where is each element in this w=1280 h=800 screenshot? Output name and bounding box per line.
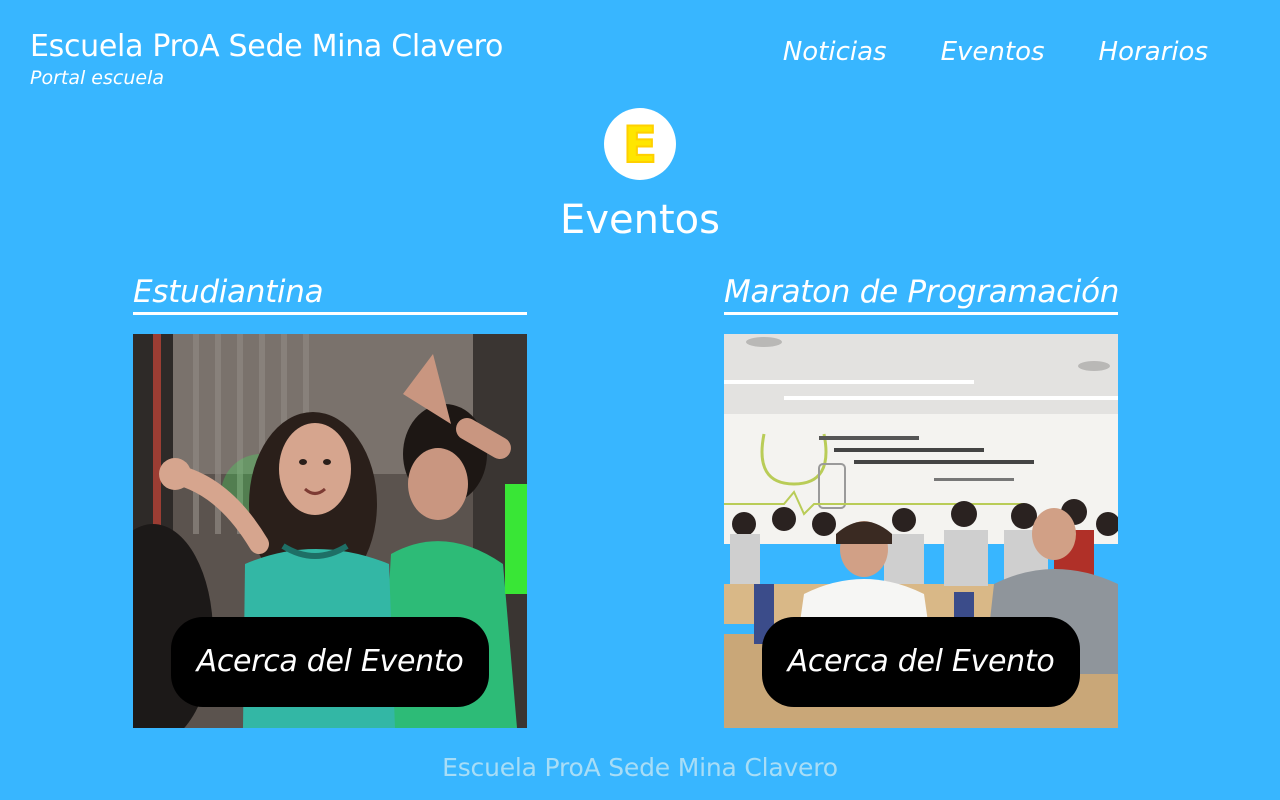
site-title: Escuela ProA Sede Mina Clavero <box>30 29 504 64</box>
footer-text: Escuela ProA Sede Mina Clavero <box>442 753 838 782</box>
about-event-button[interactable]: Acerca del Evento <box>171 617 489 707</box>
event-card-estudiantina: Estudiantina Acerca del Evento <box>133 272 527 728</box>
title-underline <box>724 312 1118 315</box>
main-nav: Noticias Eventos Horarios <box>783 34 1208 70</box>
nav-link-horarios[interactable]: Horarios <box>1099 34 1208 70</box>
site-subtitle: Portal escuela <box>30 67 164 89</box>
title-underline <box>133 312 527 315</box>
event-title: Maraton de Programación <box>724 274 1120 310</box>
event-card-maraton: Maraton de Programación Acerca del Event… <box>724 272 1120 728</box>
about-event-button[interactable]: Acerca del Evento <box>762 617 1080 707</box>
page-title: Eventos <box>560 197 720 243</box>
section-logo: E <box>604 108 676 180</box>
event-image-estudiantina: Acerca del Evento <box>133 334 527 728</box>
brand: Escuela ProA Sede Mina Clavero Portal es… <box>30 28 503 90</box>
event-image-maraton: Acerca del Evento <box>724 334 1118 728</box>
nav-link-noticias[interactable]: Noticias <box>783 34 887 70</box>
event-title: Estudiantina <box>133 274 324 310</box>
yellow-e-icon: E <box>622 116 658 174</box>
nav-link-eventos[interactable]: Eventos <box>941 34 1045 70</box>
